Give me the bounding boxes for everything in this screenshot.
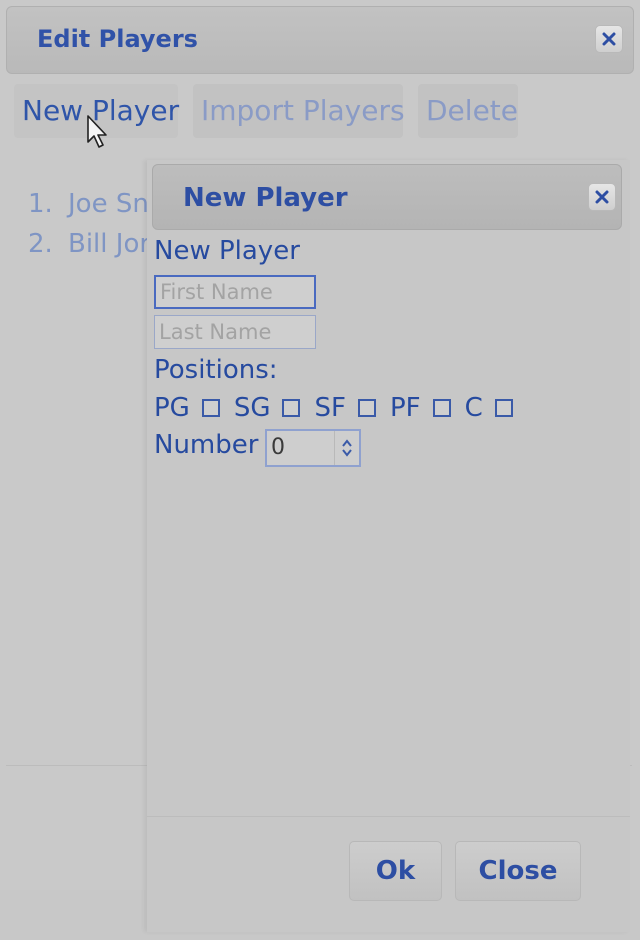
new-player-titlebar[interactable]: New Player bbox=[152, 164, 622, 230]
import-players-button[interactable]: Import Players bbox=[193, 84, 405, 138]
position-sg: SG bbox=[234, 393, 301, 423]
player-list: 1. Joe Sn 2. Bill Jor bbox=[28, 184, 150, 264]
number-stepper[interactable]: 0 bbox=[265, 429, 361, 467]
close-icon bbox=[602, 32, 616, 46]
positions-label: Positions: bbox=[154, 355, 278, 385]
new-player-dialog: New Player New Player Positions: PG SG S… bbox=[147, 160, 630, 932]
list-item[interactable]: 1. Joe Sn bbox=[28, 184, 150, 224]
close-button[interactable]: Close bbox=[455, 841, 581, 901]
list-item[interactable]: 2. Bill Jor bbox=[28, 224, 150, 264]
position-label: C bbox=[464, 393, 483, 423]
new-player-title: New Player bbox=[183, 183, 348, 213]
sg-checkbox[interactable] bbox=[282, 399, 301, 417]
number-value[interactable]: 0 bbox=[267, 431, 334, 465]
position-c: C bbox=[465, 393, 513, 423]
close-icon bbox=[595, 190, 609, 204]
player-name: Bill Jor bbox=[68, 229, 151, 259]
position-pf: PF bbox=[390, 393, 451, 423]
chevron-down-icon[interactable] bbox=[341, 448, 353, 458]
mouse-cursor-icon bbox=[87, 115, 107, 148]
c-checkbox[interactable] bbox=[494, 399, 513, 417]
position-pg: PG bbox=[154, 393, 220, 423]
position-label: SF bbox=[314, 393, 346, 423]
divider bbox=[147, 816, 630, 817]
position-label: SG bbox=[233, 393, 271, 423]
edit-players-close-button[interactable] bbox=[595, 25, 623, 53]
first-name-input[interactable] bbox=[154, 275, 316, 309]
sf-checkbox[interactable] bbox=[357, 399, 376, 417]
stepper-arrows bbox=[334, 431, 359, 465]
pf-checkbox[interactable] bbox=[432, 399, 451, 417]
position-label: PG bbox=[154, 393, 190, 423]
chevron-up-icon[interactable] bbox=[341, 438, 353, 448]
last-name-input[interactable] bbox=[154, 315, 316, 349]
positions-group: PG SG SF PF C bbox=[154, 393, 527, 423]
form-heading: New Player bbox=[154, 236, 300, 266]
position-sf: SF bbox=[314, 393, 376, 423]
number-label: Number bbox=[154, 430, 259, 460]
new-player-close-button[interactable] bbox=[588, 183, 616, 211]
edit-players-title: Edit Players bbox=[37, 25, 198, 53]
position-label: PF bbox=[389, 393, 421, 423]
player-name: Joe Sn bbox=[68, 189, 149, 219]
delete-button[interactable]: Delete bbox=[418, 84, 518, 138]
ok-button[interactable]: Ok bbox=[349, 841, 442, 901]
pg-checkbox[interactable] bbox=[201, 399, 220, 417]
edit-players-titlebar[interactable]: Edit Players bbox=[6, 6, 634, 74]
